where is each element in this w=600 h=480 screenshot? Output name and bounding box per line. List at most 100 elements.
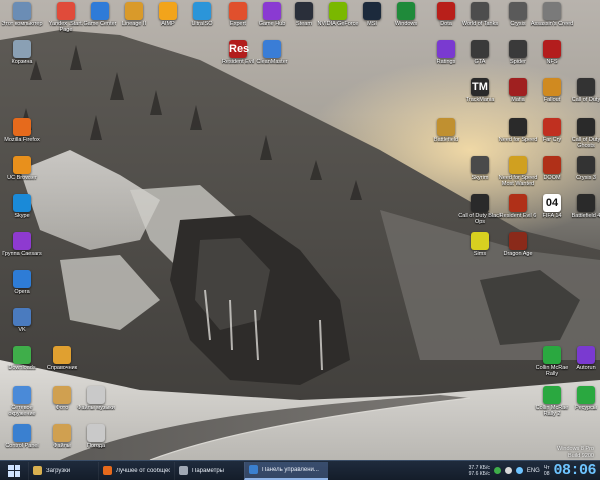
desktop-icon-car-a[interactable]: NFS [530, 40, 574, 65]
crysis-icon [509, 2, 527, 20]
steam-icon [295, 2, 313, 20]
desktop-icon-ucbrowser[interactable]: UC Browser [0, 156, 44, 181]
taskbar-task-button[interactable]: Панель управлени... [244, 461, 328, 480]
control-panel-icon [13, 424, 31, 442]
folder-icon [53, 424, 71, 442]
cod-icon [471, 194, 489, 212]
dragon-age-icon [509, 232, 527, 250]
start-button[interactable] [0, 462, 28, 480]
desktop-icon-label: Сетевое окружение [8, 405, 36, 417]
folder-icon [33, 466, 42, 475]
day-of-month: 08 [543, 470, 550, 477]
clock[interactable]: 08:06 [553, 462, 596, 480]
windows-logo-icon [8, 464, 20, 477]
desktop-icon-firefox[interactable]: Mozilla Firefox [0, 118, 44, 143]
desktop-icon-label: NFS [546, 59, 558, 65]
desktop-icon-game-c[interactable]: Call of Duty [564, 78, 600, 103]
desktop-icon-game-q[interactable]: Dragon Age [496, 232, 540, 257]
desktop-icon-game-g[interactable]: Call of Duty Ghosts [564, 118, 600, 149]
taskbar-task-button[interactable]: Параметры [174, 461, 244, 480]
day-of-week: Чт [543, 464, 550, 471]
desktop-icon-assassin[interactable]: Assassin's Creed [530, 2, 574, 27]
desktop-icon-app-green-c[interactable]: Ресурсы [564, 386, 600, 411]
bf-icon [577, 194, 595, 212]
desktop-icon-label: Mozilla Firefox [4, 137, 40, 143]
desktop-icon-label: Windows [394, 21, 418, 27]
taskbar-task-button[interactable]: Лучшее от сообщес... [98, 461, 174, 480]
tray-app-icon[interactable] [493, 467, 501, 474]
desktop-icon-file-a[interactable]: Файлы музыки [74, 386, 118, 411]
rally-icon [543, 386, 561, 404]
cod-icon [577, 118, 595, 136]
desktop-icon-recycle-bin[interactable]: Корзина [0, 40, 44, 65]
vk-icon [13, 308, 31, 326]
desktop-icon-downloader[interactable]: Downloads [0, 346, 44, 371]
windows-watermark: Windows 8 Pro Build 9200 [557, 446, 594, 459]
mafia-icon [509, 78, 527, 96]
desktop-icon-label: Погода [86, 443, 106, 449]
desktop-icon-label: Этот компьютер [1, 21, 43, 27]
taskbar: Загрузки Лучшее от сообщес... Параметры Пан… [0, 460, 600, 480]
desktop-icon-app-purple-b[interactable]: Autorun [564, 346, 600, 371]
fifa-icon: 04 [543, 194, 561, 212]
desktop-icon-label: Downloads [8, 365, 36, 371]
desktop-icon-label: Opera [14, 289, 30, 295]
desktop-icon-windows[interactable]: Windows [384, 2, 428, 27]
system-tray: 37.7 КБ/с 97.6 КБ/с ENG Чт 08 08:06 [469, 462, 600, 480]
desktop-icon-label: Assassin's Creed [530, 21, 574, 27]
desktop-icon-label: Autorun [576, 365, 596, 371]
cod-icon [577, 78, 595, 96]
network-speed-down: 97.6 КБ/с [468, 470, 490, 477]
desktop-icon-my-computer[interactable]: Этот компьютер [0, 2, 44, 27]
network-icon[interactable] [515, 467, 523, 474]
desktop-icon-network[interactable]: Сетевое окружение [0, 386, 44, 417]
taskbar-task-label: Лучшее от сообщес... [116, 467, 170, 474]
group-icon [13, 232, 31, 250]
desktop-icon-gameru[interactable]: Группа Caesars [0, 232, 44, 257]
skype-icon [13, 194, 31, 212]
language-indicator[interactable]: ENG [527, 468, 540, 474]
desktop-icon-label: Battlefield 4 [571, 213, 600, 219]
game-hub-icon [263, 2, 281, 20]
desktop-icon-control-panel[interactable]: Control Panel [0, 424, 44, 449]
purple-icon [437, 40, 455, 58]
windows-icon [397, 2, 415, 20]
desktop-icon-game-o[interactable]: Battlefield 4 [564, 194, 600, 219]
disc-icon [193, 2, 211, 20]
taskbar-task-button[interactable]: Загрузки [28, 461, 98, 480]
rally-icon [543, 346, 561, 364]
car-icon [543, 40, 561, 58]
desktop-icon-file-b[interactable]: Погода [74, 424, 118, 449]
skull-icon [471, 156, 489, 174]
network-icon [13, 386, 31, 404]
desktop-icon-label: Call of Duty Ghosts [571, 137, 600, 149]
desktop-icon-label: Группа Caesars [2, 251, 42, 257]
desktop-icon-coolors[interactable]: CleanMaster [250, 40, 294, 65]
desktop-icon-game-d[interactable]: Battlefield [424, 118, 468, 143]
task-list: Загрузки Лучшее от сообщес... Параметры Пан… [28, 461, 328, 480]
rally-icon [577, 386, 595, 404]
volume-icon[interactable] [504, 467, 512, 474]
desktop-icon-vk[interactable]: VK [0, 308, 44, 333]
doom-icon [543, 156, 561, 174]
msi-icon [363, 2, 381, 20]
date-display[interactable]: Чт 08 [544, 465, 550, 477]
res-icon: Res [229, 40, 249, 58]
dragon-icon [125, 2, 143, 20]
purple-icon [577, 346, 595, 364]
control-panel-icon [249, 465, 258, 474]
desktop-icon-skype[interactable]: Skype [0, 194, 44, 219]
desktop: Этот компьютер Yandex .Start. Page Game Ce… [0, 0, 600, 460]
desktop-icon-media[interactable]: Справочник [40, 346, 84, 371]
bf-icon [437, 118, 455, 136]
monitor-icon [13, 2, 31, 20]
dota-icon [437, 2, 455, 20]
desktop-icon-label: CleanMaster [256, 59, 288, 65]
farcry-icon [543, 118, 561, 136]
watermark-build: Build 9200 [568, 452, 594, 459]
desktop-icon-opera[interactable]: Opera [0, 270, 44, 295]
desktop-icon-game-k[interactable]: Crysis 3 [564, 156, 600, 181]
nfs-icon [509, 156, 527, 174]
taskbar-task-label: Панель управлени... [262, 466, 319, 473]
folder-icon [53, 386, 71, 404]
